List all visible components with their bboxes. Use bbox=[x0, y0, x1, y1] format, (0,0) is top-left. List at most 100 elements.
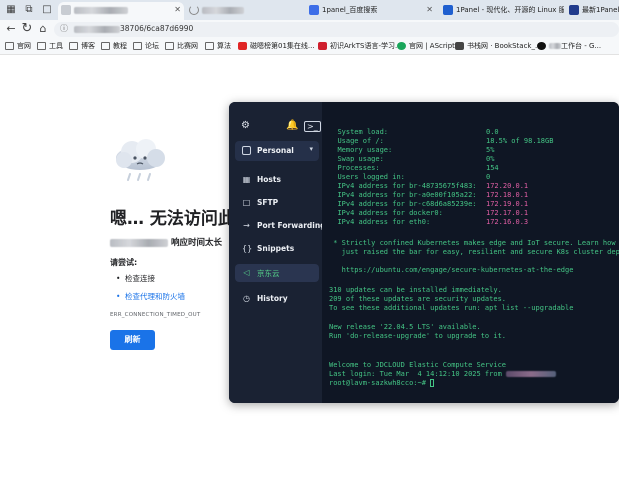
terminal-output[interactable]: System load: 0.0 Usage of /: 18.5% of 98.1… bbox=[322, 102, 619, 403]
sysinfo-row: Swap usage: 0% bbox=[337, 155, 495, 163]
bookmark-folder[interactable]: 官网 bbox=[5, 41, 31, 52]
sysinfo-row: Processes: 154 bbox=[337, 164, 499, 172]
bookmarks-bar: 官网 工具 博客 教程 论坛 比赛网 算法 磁嗯榜第01集在线... 初识Ark… bbox=[0, 39, 619, 55]
settings-icon[interactable]: ⚙ bbox=[241, 120, 250, 131]
tab-label: 1panel_百度搜索 bbox=[322, 6, 378, 14]
folder-icon bbox=[37, 42, 46, 50]
folder-icon: □ bbox=[242, 198, 251, 207]
ipv4-row: IPv4 address for br-a0e00f105a22: 172.18.… bbox=[337, 191, 529, 199]
reload-button[interactable]: 刷新 bbox=[110, 330, 155, 350]
snippets-icon: {} bbox=[242, 244, 253, 253]
book-icon bbox=[455, 42, 464, 50]
chevron-down-icon: ▾ bbox=[309, 145, 313, 153]
loading-spinner-icon bbox=[189, 5, 199, 15]
folder-icon bbox=[101, 42, 110, 50]
bookmark-folder[interactable]: 论坛 bbox=[133, 41, 159, 52]
back-icon[interactable]: ← bbox=[4, 22, 18, 36]
url-suffix: 38706/6ca87d6990 bbox=[120, 24, 194, 33]
sidebar: ⚙ 🔔 >_ Personal ▾ ▦ Hosts □ SFTP → Port … bbox=[229, 102, 326, 403]
bookmark-folder[interactable]: 博客 bbox=[69, 41, 95, 52]
tab-label: 1Panel - 现代化、开源的 Linux 服 bbox=[456, 6, 564, 14]
sysinfo-row: Users logged in: 0 bbox=[337, 173, 491, 181]
sidebar-item-history[interactable]: ◷ History bbox=[235, 290, 319, 308]
screen: ▦ ⧉ □ ✕ 1panel_百度搜索 ✕ 1Panel - 现代化、开源的 L… bbox=[0, 0, 619, 500]
tab-label: 最新1Panel bbox=[582, 6, 619, 14]
ip-redacted bbox=[506, 371, 557, 377]
bookmark-folder[interactable]: 算法 bbox=[205, 41, 231, 52]
vault-icon bbox=[242, 146, 251, 155]
huawei-icon bbox=[318, 42, 327, 50]
bookmark-folder[interactable]: 比赛网 bbox=[165, 41, 198, 52]
sidebar-item-port-forwarding[interactable]: → Port Forwarding bbox=[235, 217, 325, 235]
tab-current[interactable]: ✕ bbox=[58, 2, 184, 20]
sidebar-item-snippets[interactable]: {} Snippets bbox=[235, 240, 319, 258]
folder-icon bbox=[5, 42, 14, 50]
last-login-line: Last login: Tue Mar 4 14:12:10 2025 from bbox=[329, 370, 557, 379]
history-icon: ◷ bbox=[243, 294, 250, 303]
video-icon bbox=[238, 42, 247, 50]
ssh-client-window: ⚙ 🔔 >_ Personal ▾ ▦ Hosts □ SFTP → Port … bbox=[229, 102, 619, 403]
bookmark-folder[interactable]: 教程 bbox=[101, 41, 127, 52]
bookmark-link[interactable]: 工作台 - G... bbox=[537, 41, 601, 52]
ascript-icon bbox=[397, 42, 406, 50]
profile-icon[interactable]: ▦ bbox=[4, 3, 18, 17]
tab-actions-icon[interactable]: □ bbox=[40, 3, 54, 17]
motd-line: 310 updates can be installed immediately… bbox=[329, 286, 502, 294]
tab-1panel[interactable]: 1Panel - 现代化、开源的 Linux 服 bbox=[440, 2, 564, 20]
home-icon[interactable]: ⌂ bbox=[36, 22, 50, 36]
port-forward-icon: → bbox=[243, 221, 250, 230]
prompt-line[interactable]: root@lavm-sazkwh8cco:~# bbox=[329, 379, 435, 388]
motd-line: just raised the bar for easy, resilient … bbox=[329, 248, 619, 256]
host-redacted bbox=[110, 238, 168, 247]
address-url: 38706/6ca87d6990 bbox=[74, 24, 193, 33]
close-tab-icon[interactable]: ✕ bbox=[174, 2, 181, 18]
sysinfo-row: Usage of /: 18.5% of 98.18GB bbox=[337, 137, 554, 145]
error-subtitle: 响应时间太长 bbox=[110, 236, 222, 248]
error-code: ERR_CONNECTION_TIMED_OUT bbox=[110, 312, 201, 318]
motd-line: Run 'do-release-upgrade' to upgrade to i… bbox=[329, 332, 507, 340]
motd-line: * Strictly confined Kubernetes makes edg… bbox=[329, 239, 619, 247]
tab-loading[interactable] bbox=[186, 2, 302, 20]
folder-icon bbox=[165, 42, 174, 50]
ipv4-row: IPv4 address for docker0: 172.17.0.1 bbox=[337, 209, 529, 217]
ipv4-row: IPv4 address for br-c68d6a85239e: 172.19.… bbox=[337, 200, 529, 208]
bookmark-link[interactable]: 初识ArkTS语言-学习... bbox=[318, 41, 402, 52]
collections-icon[interactable]: ⧉ bbox=[22, 3, 36, 17]
tab-title-redacted bbox=[74, 6, 128, 14]
motd-line: https://ubuntu.com/engage/secure-kuberne… bbox=[329, 266, 574, 274]
bookmark-link[interactable]: 书栈网 · BookStack_... bbox=[455, 41, 542, 52]
address-bar[interactable]: ⓘ 38706/6ca87d6990 bbox=[54, 22, 619, 37]
refresh-icon[interactable]: ↻ bbox=[20, 22, 34, 36]
folder-icon bbox=[69, 42, 78, 50]
address-toolbar: ← ↻ ⌂ ⓘ 38706/6ca87d6990 bbox=[0, 20, 619, 39]
tab-1panel-latest[interactable]: 最新1Panel bbox=[566, 2, 619, 20]
github-icon bbox=[537, 42, 546, 50]
motd-line: 209 of these updates are security update… bbox=[329, 295, 507, 303]
baidu-icon bbox=[309, 5, 319, 15]
motd-line: New release '22.04.5 LTS' available. bbox=[329, 323, 481, 331]
bookmark-redacted bbox=[549, 43, 561, 49]
list-item-link[interactable]: 检查代理和防火墙 bbox=[116, 291, 185, 309]
sidebar-item-hosts[interactable]: ▦ Hosts bbox=[235, 171, 319, 189]
info-icon[interactable]: ⓘ bbox=[60, 23, 68, 34]
sidebar-item-sftp[interactable]: □ SFTP bbox=[235, 194, 319, 212]
sidebar-item-jdcloud[interactable]: ◁ 京东云 bbox=[235, 264, 319, 282]
cursor bbox=[430, 379, 435, 387]
bookmark-folder[interactable]: 工具 bbox=[37, 41, 63, 52]
page-icon bbox=[61, 5, 71, 15]
sysinfo-row: System load: 0.0 bbox=[337, 128, 499, 136]
bookmark-link[interactable]: 官网 | AScript bbox=[397, 41, 455, 52]
notification-bell-icon[interactable]: 🔔 bbox=[286, 120, 298, 131]
list-item: 检查连接 bbox=[116, 273, 185, 291]
bookmark-link[interactable]: 磁嗯榜第01集在线... bbox=[238, 41, 315, 52]
motd-line: Welcome to JDCLOUD Elastic Compute Servi… bbox=[329, 361, 507, 369]
tab-baidu[interactable]: 1panel_百度搜索 ✕ bbox=[306, 2, 436, 20]
terminal-icon[interactable]: >_ bbox=[304, 121, 321, 132]
motd-line: To see these additional updates run: apt… bbox=[329, 304, 574, 312]
close-tab-icon[interactable]: ✕ bbox=[426, 2, 433, 18]
folder-icon bbox=[205, 42, 214, 50]
try-label: 请尝试: bbox=[110, 258, 138, 267]
vault-selector[interactable]: Personal ▾ bbox=[235, 141, 319, 161]
folder-icon bbox=[133, 42, 142, 50]
cloud-sad-icon bbox=[116, 139, 165, 181]
